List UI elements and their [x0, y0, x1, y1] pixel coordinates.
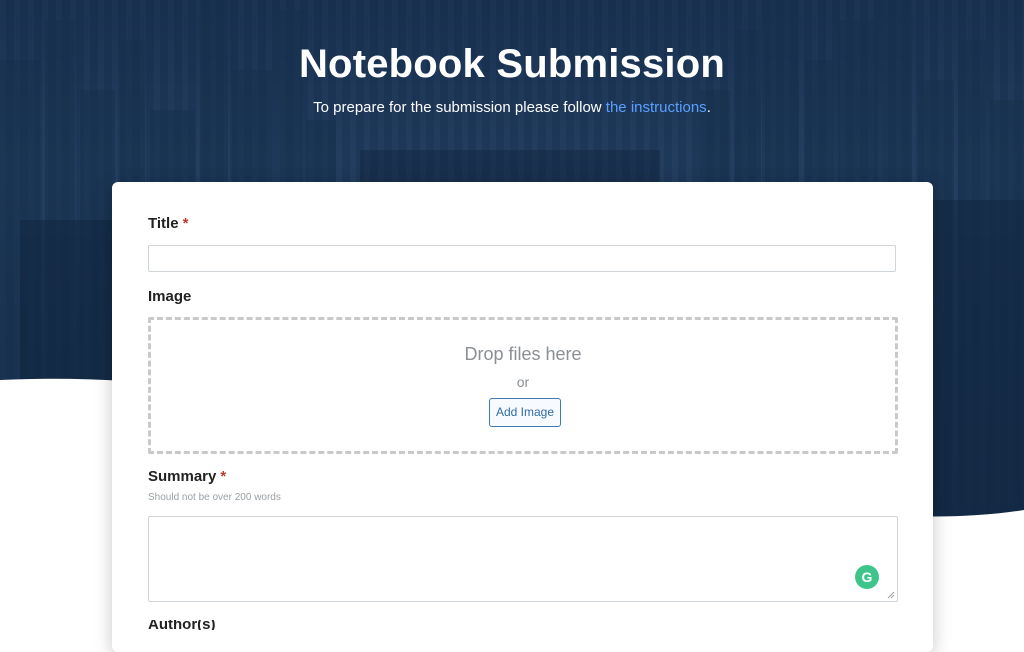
instructions-link[interactable]: the instructions — [606, 99, 707, 116]
page-subtitle: To prepare for the submission please fol… — [0, 99, 1024, 116]
grammarly-icon[interactable]: G — [855, 565, 879, 589]
title-input[interactable] — [148, 245, 896, 272]
summary-hint: Should not be over 200 words — [148, 492, 281, 503]
subtitle-text: To prepare for the submission please fol… — [313, 99, 606, 116]
page-title: Notebook Submission — [298, 42, 726, 86]
title-label-text: Title — [148, 215, 179, 232]
summary-required-mark: * — [220, 468, 227, 485]
or-text: or — [516, 374, 530, 390]
drop-files-text: Drop files here — [464, 344, 582, 364]
summary-textarea[interactable]: G — [148, 516, 898, 602]
resize-handle-icon[interactable] — [887, 591, 895, 599]
subtitle-period: . — [706, 99, 711, 116]
next-field-label-text: Author(s) — [148, 620, 216, 630]
title-required-mark: * — [182, 215, 189, 232]
submission-form-card: Title * Image Drop files here or Add Imag… — [112, 182, 933, 652]
image-dropzone[interactable]: Drop files here or Add Image — [148, 317, 898, 454]
summary-field-label: Summary * — [148, 468, 226, 485]
add-image-button[interactable]: Add Image — [489, 398, 561, 427]
next-field-label: Author(s) — [148, 620, 248, 630]
title-field-label: Title * — [148, 215, 188, 232]
image-field-label: Image — [148, 288, 192, 305]
summary-label-text: Summary — [148, 468, 217, 485]
